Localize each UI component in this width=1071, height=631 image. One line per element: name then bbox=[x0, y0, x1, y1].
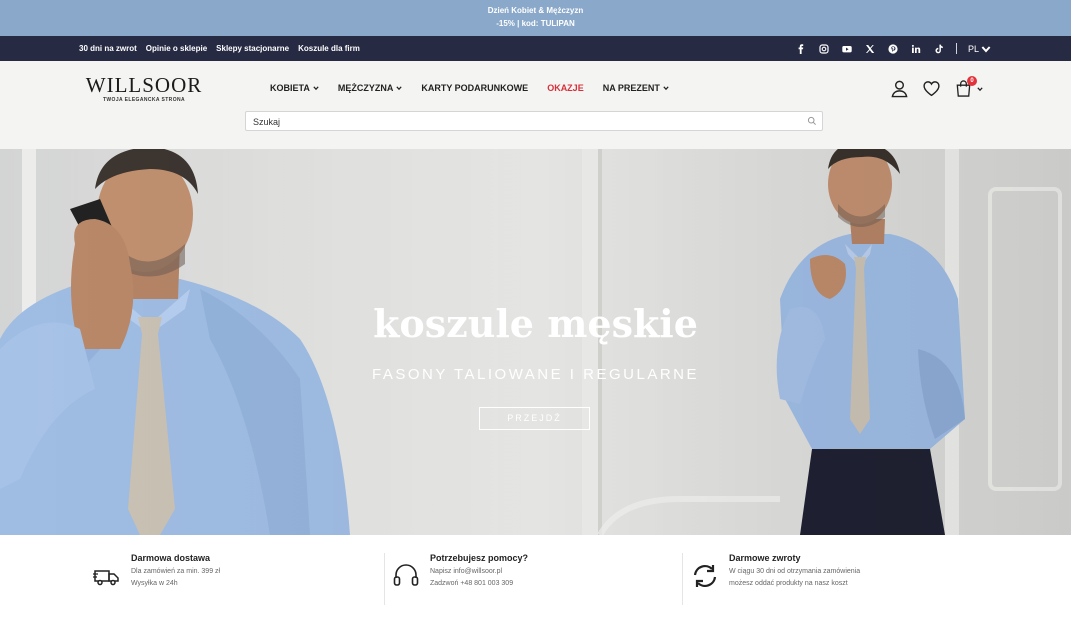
nav-item-mezczyzna[interactable]: MĘŻCZYZNA bbox=[338, 83, 403, 93]
pinterest-icon[interactable] bbox=[887, 43, 899, 55]
language-selector[interactable]: PL bbox=[968, 44, 991, 54]
language-label: PL bbox=[967, 43, 979, 54]
chevron-down-icon bbox=[396, 86, 402, 91]
hero-cta-button[interactable]: PRZEJDŹ bbox=[479, 407, 590, 430]
cart-count-badge: 0 bbox=[967, 76, 977, 86]
feature-line: Napisz info@willsoor.pl bbox=[430, 568, 503, 575]
cart-button[interactable]: 0 bbox=[954, 76, 983, 98]
logo-tagline: TWOJA ELEGANCKA STRONA bbox=[102, 97, 186, 103]
nav-label: MĘŻCZYZNA bbox=[337, 83, 394, 93]
top-link-reviews[interactable]: Opinie o sklepie bbox=[146, 44, 207, 53]
nav-label: NA PREZENT bbox=[602, 83, 660, 93]
delivery-truck-icon bbox=[93, 570, 119, 586]
feature-title: Potrzebujesz pomocy? bbox=[430, 553, 529, 563]
feature-title: Darmowe zwroty bbox=[729, 553, 801, 563]
feature-line: Wysyłka w 24h bbox=[131, 580, 178, 587]
site-header: WILLSOOR TWOJA ELEGANCKA STRONA KOBIETA … bbox=[0, 61, 1071, 149]
language-divider bbox=[955, 43, 957, 54]
tiktok-icon[interactable] bbox=[933, 43, 945, 55]
promo-code: -15% | kod: TULIPAN bbox=[496, 19, 575, 28]
nav-item-gift-cards[interactable]: KARTY PODARUNKOWE bbox=[421, 83, 528, 93]
hero-subtitle: FASONY TALIOWANE I REGULARNE bbox=[371, 366, 699, 383]
hero-title: koszule męskie bbox=[373, 301, 698, 346]
feature-text: Darmowa dostawa Dla zamówień za min. 399… bbox=[131, 553, 220, 590]
top-links: 30 dni na zwrot Opinie o sklepie Sklepy … bbox=[79, 36, 360, 61]
main-nav: KOBIETA MĘŻCZYZNA KARTY PODARUNKOWE OKAZ… bbox=[270, 83, 669, 93]
chevron-down-icon bbox=[313, 86, 319, 91]
top-bar: 30 dni na zwrot Opinie o sklepie Sklepy … bbox=[0, 36, 1071, 61]
logo[interactable]: WILLSOOR TWOJA ELEGANCKA STRONA bbox=[79, 73, 209, 104]
youtube-icon[interactable] bbox=[841, 43, 853, 55]
wishlist-heart-icon[interactable] bbox=[922, 79, 941, 98]
nav-label: KOBIETA bbox=[270, 83, 310, 93]
hero-banner[interactable]: koszule męskie FASONY TALIOWANE I REGULA… bbox=[0, 149, 1071, 535]
search-input[interactable] bbox=[246, 113, 786, 131]
chevron-down-icon bbox=[977, 86, 983, 91]
logo-wordmark: WILLSOOR bbox=[85, 73, 203, 97]
features-strip: Darmowa dostawa Dla zamówień za min. 399… bbox=[0, 535, 1071, 631]
return-arrows-icon bbox=[693, 564, 717, 588]
feature-free-returns: Darmowe zwroty W ciągu 30 dni od otrzyma… bbox=[691, 553, 860, 590]
feature-text: Potrzebujesz pomocy? Napisz info@willsoo… bbox=[430, 553, 528, 590]
user-account-icon[interactable] bbox=[890, 79, 909, 98]
instagram-icon[interactable] bbox=[818, 43, 830, 55]
feature-line: Dla zamówień za min. 399 zł bbox=[131, 568, 221, 575]
search-bar bbox=[245, 111, 823, 131]
feature-help: Potrzebujesz pomocy? Napisz info@willsoo… bbox=[392, 553, 528, 590]
cart-icon-wrap: 0 bbox=[954, 76, 977, 98]
search-icon[interactable] bbox=[807, 116, 817, 126]
feature-divider bbox=[384, 553, 385, 605]
feature-line: W ciągu 30 dni od otrzymania zamówienia bbox=[729, 568, 861, 575]
nav-item-kobieta[interactable]: KOBIETA bbox=[270, 83, 319, 93]
feature-line: Zadzwoń +48 801 003 309 bbox=[430, 580, 514, 587]
social-links: PL bbox=[795, 36, 991, 61]
feature-line: możesz oddać produkty na nasz koszt bbox=[729, 580, 848, 587]
top-link-returns[interactable]: 30 dni na zwrot bbox=[79, 44, 137, 53]
promo-title: Dzień Kobiet & Mężczyzn bbox=[487, 6, 584, 15]
nav-label: KARTY PODARUNKOWE bbox=[421, 83, 529, 93]
facebook-icon[interactable] bbox=[795, 43, 807, 55]
feature-free-delivery: Darmowa dostawa Dla zamówień za min. 399… bbox=[93, 553, 220, 590]
linkedin-icon[interactable] bbox=[910, 43, 922, 55]
header-actions: 0 bbox=[890, 76, 983, 98]
top-link-business[interactable]: Koszule dla firm bbox=[298, 44, 360, 53]
nav-label: OKAZJE bbox=[547, 83, 584, 93]
nav-item-na-prezent[interactable]: NA PREZENT bbox=[603, 83, 669, 93]
nav-item-okazje[interactable]: OKAZJE bbox=[547, 83, 584, 93]
x-icon[interactable] bbox=[864, 43, 876, 55]
feature-text: Darmowe zwroty W ciągu 30 dni od otrzyma… bbox=[729, 553, 860, 590]
feature-title: Darmowa dostawa bbox=[131, 553, 211, 563]
top-link-stores[interactable]: Sklepy stacjonarne bbox=[216, 44, 289, 53]
headset-icon bbox=[393, 564, 419, 586]
chevron-down-icon bbox=[981, 45, 991, 52]
chevron-down-icon bbox=[663, 86, 669, 91]
feature-divider bbox=[682, 553, 683, 605]
promo-bar: Dzień Kobiet & Mężczyzn -15% | kod: TULI… bbox=[0, 0, 1071, 36]
